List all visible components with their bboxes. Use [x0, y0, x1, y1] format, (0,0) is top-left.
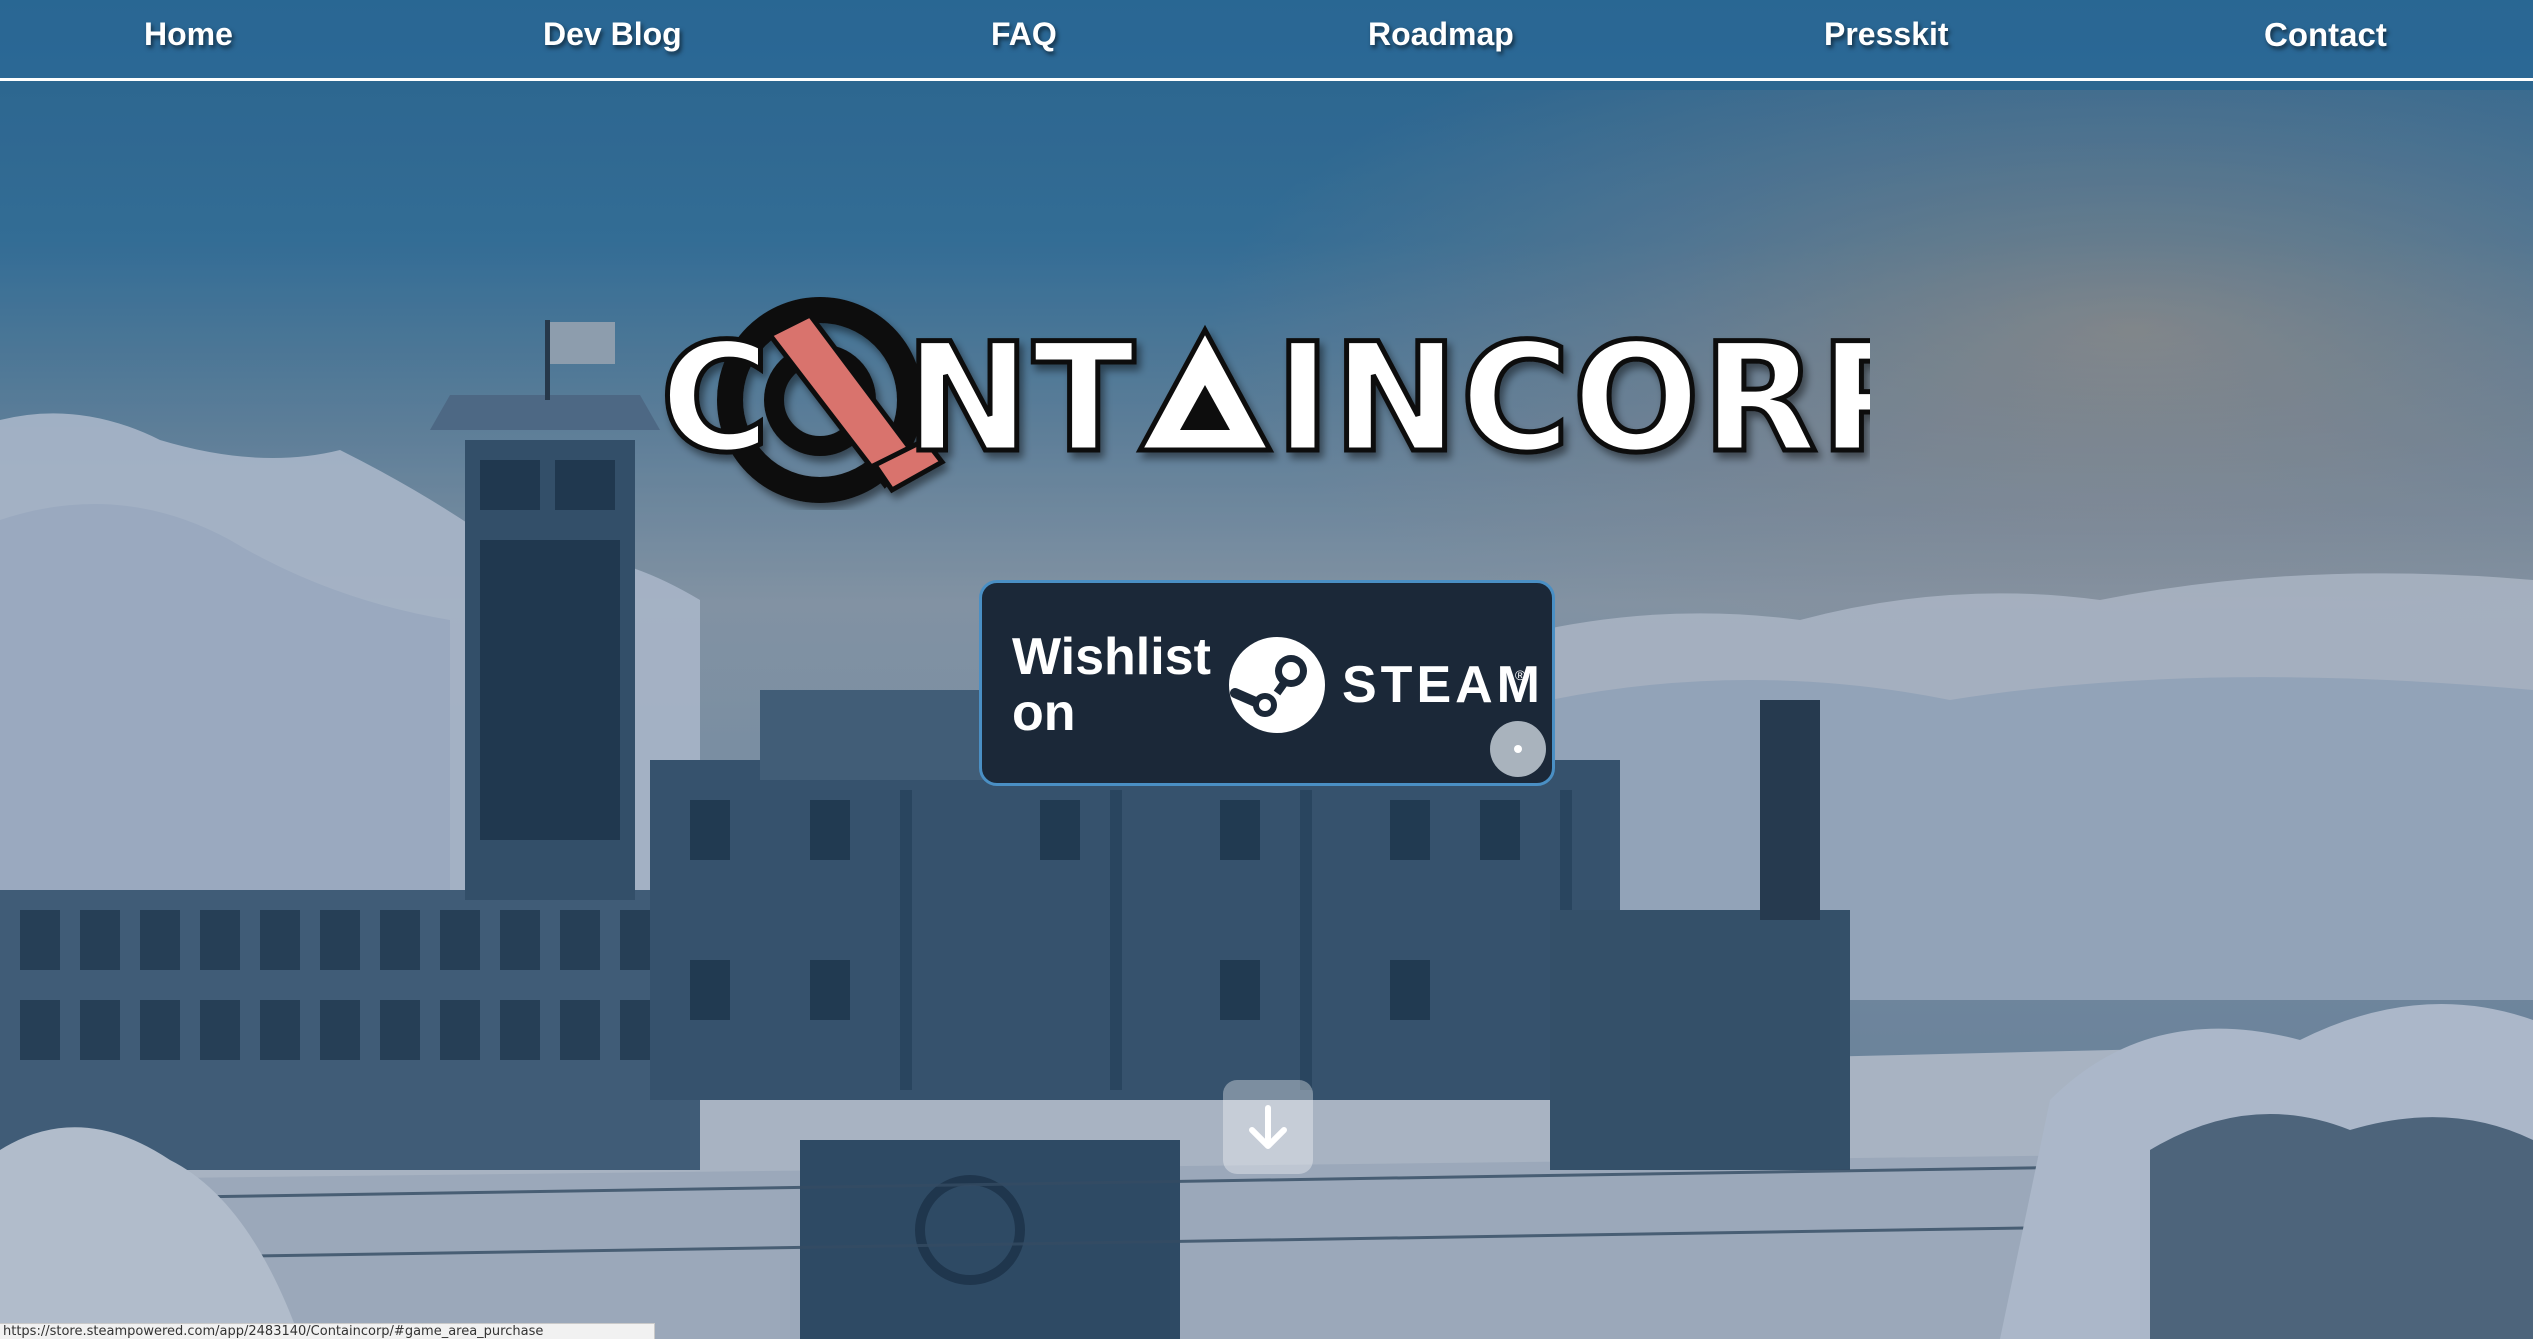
arrow-down-icon [1249, 1105, 1287, 1149]
scroll-down-button[interactable] [1223, 1080, 1313, 1174]
containcorp-logo: C NT INCORP [660, 297, 1870, 503]
top-navigation: Home Dev Blog FAQ Roadmap Presskit Conta… [0, 0, 2533, 81]
nav-presskit-link[interactable]: Presskit [1824, 16, 1949, 53]
steam-wordmark: STEAM [1342, 656, 1544, 714]
steam-logo-icon [1229, 637, 1325, 733]
logo-letter-c: C [660, 312, 770, 486]
nav-roadmap-link[interactable]: Roadmap [1368, 16, 1514, 53]
nav-contact-link[interactable]: Contact [2264, 16, 2387, 54]
wishlist-on-steam-button[interactable]: Wishlist on STEAM ® [979, 580, 1555, 786]
steam-registered-mark: ® [1515, 667, 1526, 683]
browser-status-url: https://store.steampowered.com/app/24831… [0, 1323, 655, 1339]
cursor-indicator [1490, 721, 1546, 777]
nav-home-link[interactable]: Home [144, 16, 233, 53]
svg-text:NT: NT [905, 312, 1137, 486]
page: Home Dev Blog FAQ Roadmap Presskit Conta… [0, 0, 2533, 1339]
nav-dev-blog-link[interactable]: Dev Blog [543, 16, 682, 53]
nav-faq-link[interactable]: FAQ [991, 16, 1057, 53]
svg-text:INCORP: INCORP [1275, 312, 1870, 486]
wishlist-label: Wishlist on [1012, 628, 1211, 742]
